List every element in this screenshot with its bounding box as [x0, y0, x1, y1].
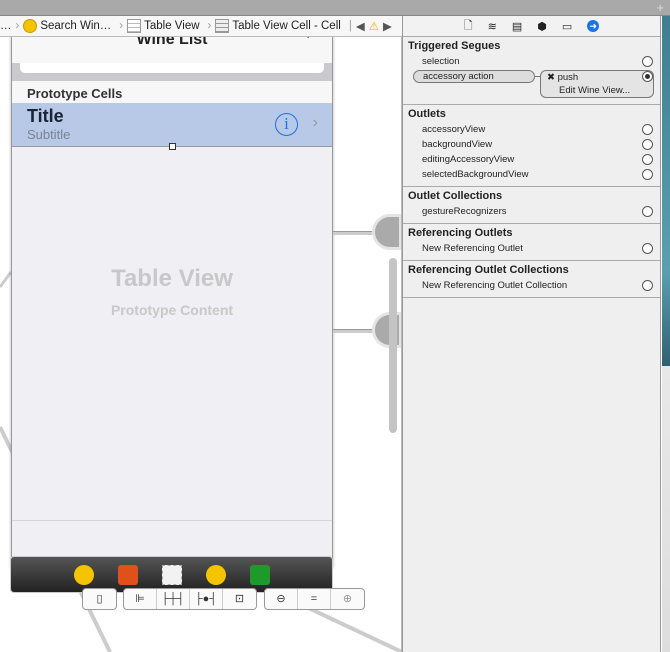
search-bar[interactable]: [12, 63, 332, 81]
referencing-outlets-section: Referencing Outlets New Referencing Outl…: [403, 224, 660, 261]
quick-help-icon[interactable]: ≋: [488, 20, 497, 33]
resize-icon[interactable]: ⊡: [223, 589, 256, 609]
accessory-action-connection[interactable]: accessory action: [413, 70, 535, 83]
view-controller-icon: [23, 19, 38, 33]
view-icon[interactable]: [161, 564, 182, 585]
identity-inspector-icon[interactable]: ▤: [512, 20, 522, 33]
zoom-in-icon[interactable]: ⊕: [331, 589, 364, 609]
triggered-segues-section: Triggered Segues selection accessory act…: [403, 37, 660, 105]
zoom-out-icon[interactable]: ⊖: [265, 589, 298, 609]
zoom-actual-icon[interactable]: =: [298, 589, 331, 609]
warning-icon[interactable]: ⚠: [369, 19, 379, 33]
breadcrumb-item[interactable]: Table View Cell - Cell: [215, 19, 344, 33]
placeholder-title: Table View: [111, 265, 233, 292]
section-title: Referencing Outlets: [408, 227, 513, 239]
breadcrumb-item[interactable]: Search Win…: [23, 19, 115, 33]
view-controller-icon[interactable]: [73, 564, 94, 585]
resize-handle[interactable]: [169, 143, 176, 150]
exit-icon[interactable]: [249, 564, 270, 585]
add-button[interactable]: +: [302, 37, 314, 44]
remove-icon[interactable]: ✖: [547, 72, 558, 83]
table-view-controller-scene[interactable]: Wine List + Prototype Cells Title Subtitl…: [11, 37, 333, 567]
align-icon[interactable]: ⊫: [124, 589, 157, 609]
section-title: Outlets: [408, 108, 446, 120]
placeholder-subtitle: Prototype Content: [110, 302, 234, 318]
cell-subtitle: Subtitle: [27, 127, 71, 142]
first-responder-icon[interactable]: [117, 564, 138, 585]
connection-label: selection: [422, 56, 460, 67]
outlet-label: gestureRecognizers: [422, 206, 507, 217]
resolve-icon[interactable]: ├●┤: [190, 589, 223, 609]
inspector-tabs: 🗋 ≋ ▤ ⬢ ▭ ➜: [403, 16, 660, 37]
previous-issue-button[interactable]: ◀: [356, 19, 365, 33]
nav-title: Wine List: [136, 37, 208, 48]
cell-title: Title: [27, 106, 64, 126]
breadcrumb-item[interactable]: …: [0, 20, 12, 32]
connection-circle-filled[interactable]: [642, 71, 653, 82]
table-cell-icon: [215, 19, 230, 33]
connection-circle[interactable]: [642, 280, 653, 291]
outlets-section: Outlets accessoryView backgroundView edi…: [403, 105, 660, 187]
prototype-cell[interactable]: Title Subtitle i ›: [12, 103, 332, 150]
pin-icon[interactable]: ├┼┤: [157, 589, 190, 609]
connection-circle[interactable]: [642, 206, 653, 217]
connection-circle[interactable]: [642, 154, 653, 165]
zoom-controls: ⊖ = ⊕: [264, 588, 365, 610]
connection-circle[interactable]: [642, 124, 653, 135]
section-title: Referencing Outlet Collections: [408, 264, 569, 276]
connection-circle[interactable]: [642, 169, 653, 180]
outlet-label: selectedBackgroundView: [422, 169, 529, 180]
device-icon[interactable]: ▯: [83, 589, 116, 609]
segue-destination[interactable]: ✖ push Edit Wine View...: [540, 70, 654, 98]
connections-inspector-icon[interactable]: ➜: [587, 20, 600, 32]
segue-knob[interactable]: [372, 312, 401, 348]
outlet-collections-section: Outlet Collections gestureRecognizers: [403, 187, 660, 224]
navigation-bar: Wine List +: [12, 37, 332, 63]
attributes-inspector-icon[interactable]: ⬢: [537, 20, 547, 33]
table-view-icon: [127, 19, 142, 33]
size-inspector-icon[interactable]: ▭: [562, 20, 572, 33]
breadcrumb: … › Search Win… › Table View › Table View C…: [0, 16, 402, 37]
connection-line: [333, 231, 375, 235]
exit-icon[interactable]: [205, 564, 226, 585]
connection-line: [333, 329, 375, 333]
device-toggle: ▯: [82, 588, 117, 610]
section-title: Triggered Segues: [408, 40, 501, 52]
segue-knob[interactable]: [372, 214, 401, 250]
outlet-label: New Referencing Outlet: [422, 243, 523, 254]
connections-inspector: 🗋 ≋ ▤ ⬢ ▭ ➜ Triggered Segues selection a…: [402, 16, 661, 652]
connection-circle[interactable]: [642, 243, 653, 254]
next-issue-button[interactable]: ▶: [383, 19, 392, 33]
chevron-right-icon: ›: [312, 114, 318, 131]
outlet-label: accessoryView: [422, 124, 486, 135]
info-icon[interactable]: i: [275, 113, 298, 136]
vertical-scrollbar[interactable]: [389, 258, 397, 433]
layout-controls: ⊫ ├┼┤ ├●┤ ⊡: [123, 588, 257, 610]
outlet-label: editingAccessoryView: [422, 154, 515, 165]
file-inspector-icon[interactable]: 🗋: [464, 17, 473, 36]
section-title: Outlet Collections: [408, 190, 503, 202]
referencing-outlet-collections-section: Referencing Outlet Collections New Refer…: [403, 261, 660, 298]
section-header: Prototype Cells: [12, 81, 332, 103]
connection-circle[interactable]: [642, 139, 653, 150]
connection-circle[interactable]: [642, 56, 653, 67]
window-title-bar: +: [0, 0, 670, 16]
outlet-label: backgroundView: [422, 139, 493, 150]
outlet-label: New Referencing Outlet Collection: [422, 280, 568, 291]
background-window: [662, 16, 670, 652]
breadcrumb-item[interactable]: Table View: [127, 19, 203, 33]
add-icon[interactable]: +: [656, 0, 664, 15]
